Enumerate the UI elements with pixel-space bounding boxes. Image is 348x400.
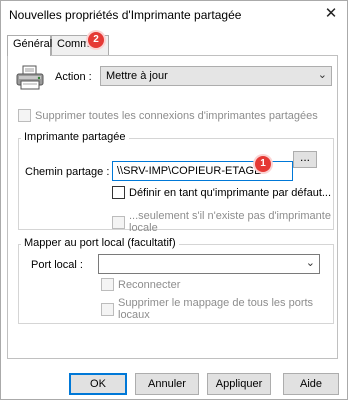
local-port-select[interactable]: ⌄ bbox=[98, 254, 320, 274]
title-bar: Nouvelles propriétés d'Imprimante partag… bbox=[1, 1, 347, 29]
set-default-checkbox[interactable] bbox=[112, 186, 125, 199]
tab-general[interactable]: Général bbox=[7, 35, 53, 56]
dialog-window: Nouvelles propriétés d'Imprimante partag… bbox=[0, 0, 348, 400]
ok-button[interactable]: OK bbox=[69, 373, 127, 395]
action-label: Action : bbox=[55, 71, 92, 83]
help-button[interactable]: Aide bbox=[283, 373, 339, 395]
unmap-all-row: Supprimer le mappage de tous les ports l… bbox=[101, 297, 347, 321]
reconnect-checkbox[interactable] bbox=[101, 278, 114, 291]
chevron-down-icon: ⌄ bbox=[305, 257, 315, 269]
apply-button[interactable]: Appliquer bbox=[207, 373, 271, 395]
unmap-all-checkbox[interactable] bbox=[101, 302, 114, 316]
callout-badge-2: 2 bbox=[88, 32, 104, 48]
printer-icon bbox=[16, 65, 44, 90]
delete-all-checkbox[interactable] bbox=[18, 109, 31, 122]
unmap-all-label: Supprimer le mappage de tous les ports l… bbox=[118, 297, 314, 321]
delete-all-row: Supprimer toutes les connexions d'imprim… bbox=[18, 109, 318, 122]
close-icon[interactable]: ✕ bbox=[319, 3, 343, 25]
share-path-label: Chemin partage : bbox=[25, 166, 110, 178]
chevron-down-icon: ⌄ bbox=[317, 69, 327, 81]
callout-badge-1: 1 bbox=[255, 156, 271, 172]
only-if-none-label: ...seulement s'il n'existe pas d'imprima… bbox=[129, 210, 331, 234]
group-local-port-title: Mapper au port local (facultatif) bbox=[21, 237, 179, 249]
tab-strip: Général Commun bbox=[7, 35, 337, 56]
browse-button[interactable]: ... bbox=[293, 151, 317, 168]
local-port-label: Port local : bbox=[31, 259, 83, 271]
only-if-none-checkbox[interactable] bbox=[112, 215, 125, 229]
window-title: Nouvelles propriétés d'Imprimante partag… bbox=[9, 8, 242, 22]
reconnect-label: Reconnecter bbox=[118, 278, 181, 291]
set-default-label: Définir en tant qu'imprimante par défaut… bbox=[129, 186, 332, 199]
action-value: Mettre à jour bbox=[106, 70, 168, 82]
share-path-value: \\SRV-IMP\COPIEUR-ETAGE bbox=[117, 165, 262, 177]
cancel-button[interactable]: Annuler bbox=[135, 373, 199, 395]
tab-general-label: Général bbox=[13, 38, 53, 50]
reconnect-row: Reconnecter bbox=[101, 278, 180, 291]
delete-all-label: Supprimer toutes les connexions d'imprim… bbox=[35, 109, 318, 122]
set-default-row: Définir en tant qu'imprimante par défaut… bbox=[112, 186, 331, 199]
only-if-none-row: ...seulement s'il n'existe pas d'imprima… bbox=[112, 210, 347, 234]
group-shared-printer-title: Imprimante partagée bbox=[21, 131, 129, 143]
action-select[interactable]: Mettre à jour ⌄ bbox=[100, 66, 332, 86]
